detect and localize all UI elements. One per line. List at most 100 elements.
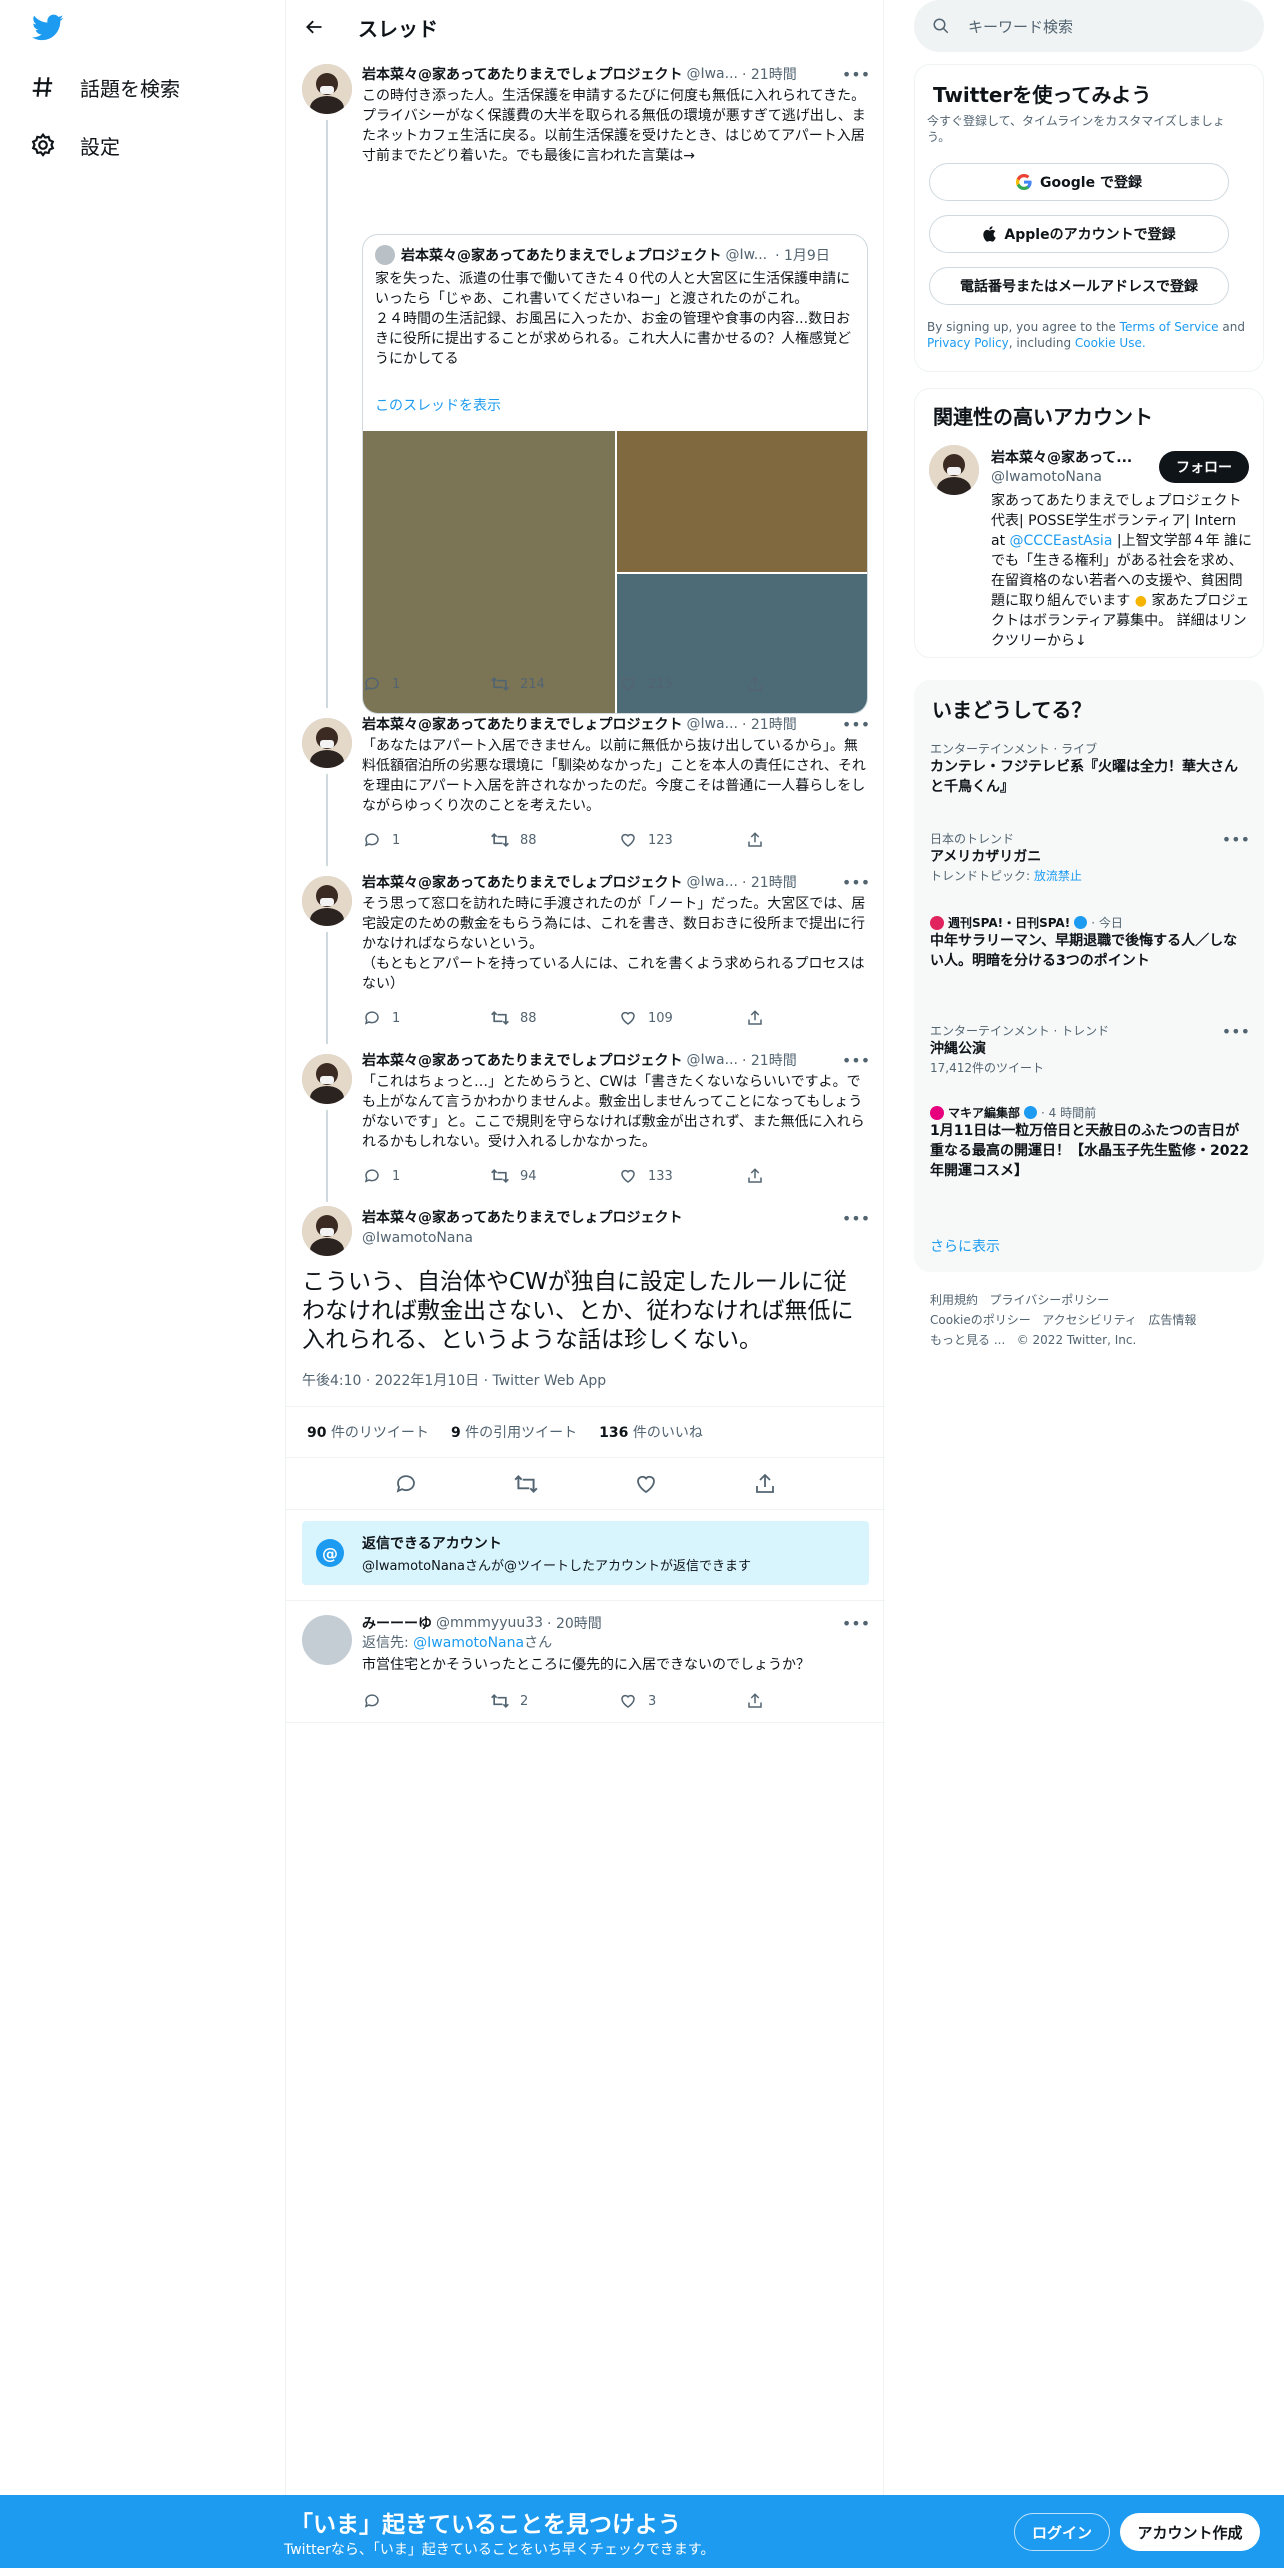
like-button[interactable]: 109: [618, 1008, 746, 1028]
reply-button[interactable]: 1: [362, 674, 490, 694]
login-button[interactable]: ログイン: [1014, 2513, 1110, 2551]
heart-icon[interactable]: [634, 1472, 658, 1496]
search-input[interactable]: キーワード検索: [968, 16, 1073, 37]
more-icon[interactable]: •••: [1222, 1022, 1250, 1041]
avatar[interactable]: [929, 445, 979, 495]
author-handle[interactable]: @mmmyyuu33: [436, 1615, 543, 1631]
retweet-button[interactable]: 88: [490, 830, 618, 850]
reply-icon[interactable]: [394, 1472, 418, 1496]
share-button[interactable]: [746, 830, 770, 850]
show-thread-link[interactable]: このスレッドを表示: [375, 395, 501, 415]
retweets-stat[interactable]: 90 件のリツイート: [307, 1422, 429, 1442]
quotes-stat[interactable]: 9 件の引用ツイート: [451, 1422, 577, 1442]
tweet-time[interactable]: · 21時間: [742, 1050, 797, 1070]
retweet-icon[interactable]: [513, 1473, 539, 1495]
twitter-bird-icon[interactable]: [32, 14, 64, 42]
avatar[interactable]: [302, 1054, 352, 1104]
like-button[interactable]: 3: [618, 1691, 746, 1711]
search-bar[interactable]: キーワード検索: [914, 0, 1264, 52]
trend-item[interactable]: 週刊SPA!・日刊SPA! · 今日 中年サラリーマン、早期退職で後悔する人／し…: [930, 914, 1250, 971]
author-handle[interactable]: @Iwa...: [686, 874, 738, 890]
reply-button[interactable]: 1: [362, 1008, 490, 1028]
google-signup-button[interactable]: Google で登録: [929, 163, 1229, 201]
back-arrow-icon[interactable]: [300, 13, 328, 41]
share-button[interactable]: [746, 1008, 770, 1028]
trend-item[interactable]: エンターテインメント · ライブ カンテレ・フジテレビ系『火曜は全力！華大さんと…: [930, 740, 1250, 797]
more-icon[interactable]: •••: [842, 1611, 870, 1635]
more-icon[interactable]: •••: [1222, 830, 1250, 849]
reply-button[interactable]: [362, 1691, 490, 1711]
related-account-name[interactable]: 岩本菜々@家あって...: [991, 447, 1151, 467]
nav-explore[interactable]: 話題を検索: [28, 62, 180, 112]
more-icon[interactable]: •••: [842, 712, 870, 736]
author-handle[interactable]: @IwamotoNana: [362, 1228, 868, 1248]
tweet-time[interactable]: · 21時間: [742, 64, 797, 84]
more-icon[interactable]: •••: [842, 1048, 870, 1072]
author-name[interactable]: 岩本菜々@家あってあたりまえでしょプロジェクト: [362, 1050, 682, 1070]
retweet-button[interactable]: 2: [490, 1691, 618, 1711]
footer-terms-link[interactable]: 利用規約: [930, 1293, 978, 1307]
likes-stat[interactable]: 136 件のいいね: [599, 1422, 703, 1442]
trend-topic-link[interactable]: 放流禁止: [1034, 869, 1082, 883]
thread-tweet[interactable]: 岩本菜々@家あってあたりまえでしょプロジェクト @Iwa... · 21時間 •…: [286, 708, 885, 866]
quote-image[interactable]: [617, 431, 867, 572]
share-button[interactable]: [746, 674, 770, 694]
like-button[interactable]: 123: [618, 830, 746, 850]
nav-settings[interactable]: 設定: [28, 120, 120, 170]
phone-email-signup-button[interactable]: 電話番号またはメールアドレスで登録: [929, 267, 1229, 305]
thread-tweet[interactable]: 岩本菜々@家あってあたりまえでしょプロジェクト @Iwa... · 21時間 •…: [286, 54, 885, 714]
quote-tweet[interactable]: 岩本菜々@家あってあたりまえでしょプロジェクト @Iw... · 1月9日 家を…: [362, 234, 868, 714]
footer-ads-link[interactable]: 広告情報: [1148, 1313, 1196, 1327]
author-name[interactable]: 岩本菜々@家あってあたりまえでしょプロジェクト: [362, 64, 682, 84]
follow-button[interactable]: フォロー: [1159, 451, 1249, 483]
reply-button[interactable]: 1: [362, 830, 490, 850]
reply-to-link[interactable]: @IwamotoNana: [413, 1635, 524, 1651]
trend-item[interactable]: 日本のトレンド アメリカザリガニ トレンドトピック: 放流禁止 •••: [930, 830, 1250, 884]
retweet-button[interactable]: 88: [490, 1008, 618, 1028]
more-icon[interactable]: •••: [842, 870, 870, 894]
author-handle[interactable]: @Iwa...: [686, 1052, 738, 1068]
avatar[interactable]: [302, 718, 352, 768]
terms-link[interactable]: Terms of Service: [1120, 320, 1219, 334]
share-icon[interactable]: [753, 1472, 777, 1496]
footer-accessibility-link[interactable]: アクセシビリティ: [1042, 1313, 1137, 1327]
share-button[interactable]: [746, 1166, 770, 1186]
share-button[interactable]: [746, 1691, 770, 1711]
signup-button[interactable]: アカウント作成: [1120, 2513, 1260, 2551]
footer-cookie-link[interactable]: Cookieのポリシー: [930, 1313, 1031, 1327]
avatar[interactable]: [302, 1206, 352, 1256]
tweet-timestamp[interactable]: 午後4:10 · 2022年1月10日 · Twitter Web App: [302, 1370, 606, 1390]
reply-tweet[interactable]: みーーーゆ @mmmyyuu33 · 20時間 ••• 返信先: @Iwamot…: [286, 1601, 885, 1723]
apple-signup-button[interactable]: Appleのアカウントで登録: [929, 215, 1229, 253]
bio-link[interactable]: @CCCEastAsia: [1010, 533, 1113, 549]
author-handle[interactable]: @Iwa...: [686, 716, 738, 732]
privacy-link[interactable]: Privacy Policy: [927, 336, 1009, 350]
tweet-time[interactable]: · 21時間: [742, 714, 797, 734]
author-name[interactable]: 岩本菜々@家あってあたりまえでしょプロジェクト: [362, 714, 682, 734]
thread-tweet[interactable]: 岩本菜々@家あってあたりまえでしょプロジェクト @Iwa... · 21時間 •…: [286, 1044, 885, 1202]
more-icon[interactable]: •••: [842, 1206, 870, 1230]
footer-privacy-link[interactable]: プライバシーポリシー: [989, 1293, 1109, 1307]
footer-more-link[interactable]: もっと見る ...: [930, 1333, 1005, 1347]
like-button[interactable]: 215: [618, 674, 746, 694]
trend-item[interactable]: マキア編集部 · 4 時間前 1月11日は一粒万倍日と天赦日のふたつの吉日が重な…: [930, 1104, 1250, 1181]
avatar[interactable]: [302, 1615, 352, 1665]
like-button[interactable]: 133: [618, 1166, 746, 1186]
tweet-time[interactable]: · 21時間: [742, 872, 797, 892]
retweet-button[interactable]: 214: [490, 674, 618, 694]
tweet-time[interactable]: · 20時間: [547, 1613, 602, 1633]
avatar[interactable]: [302, 64, 352, 114]
show-more-link[interactable]: さらに表示: [930, 1236, 1000, 1256]
more-icon[interactable]: •••: [842, 62, 870, 86]
avatar[interactable]: [302, 876, 352, 926]
related-account-handle[interactable]: @IwamotoNana: [991, 469, 1102, 485]
author-name[interactable]: 岩本菜々@家あってあたりまえでしょプロジェクト: [362, 1208, 868, 1228]
author-name[interactable]: みーーーゆ: [362, 1613, 432, 1633]
thread-tweet[interactable]: 岩本菜々@家あってあたりまえでしょプロジェクト @Iwa... · 21時間 •…: [286, 866, 885, 1044]
cookie-link[interactable]: Cookie Use.: [1075, 336, 1146, 350]
retweet-button[interactable]: 94: [490, 1166, 618, 1186]
reply-button[interactable]: 1: [362, 1166, 490, 1186]
trend-item[interactable]: エンターテインメント · トレンド 沖縄公演 17,412件のツイート •••: [930, 1022, 1250, 1076]
author-name[interactable]: 岩本菜々@家あってあたりまえでしょプロジェクト: [362, 872, 682, 892]
author-handle[interactable]: @Iwa...: [686, 66, 738, 82]
